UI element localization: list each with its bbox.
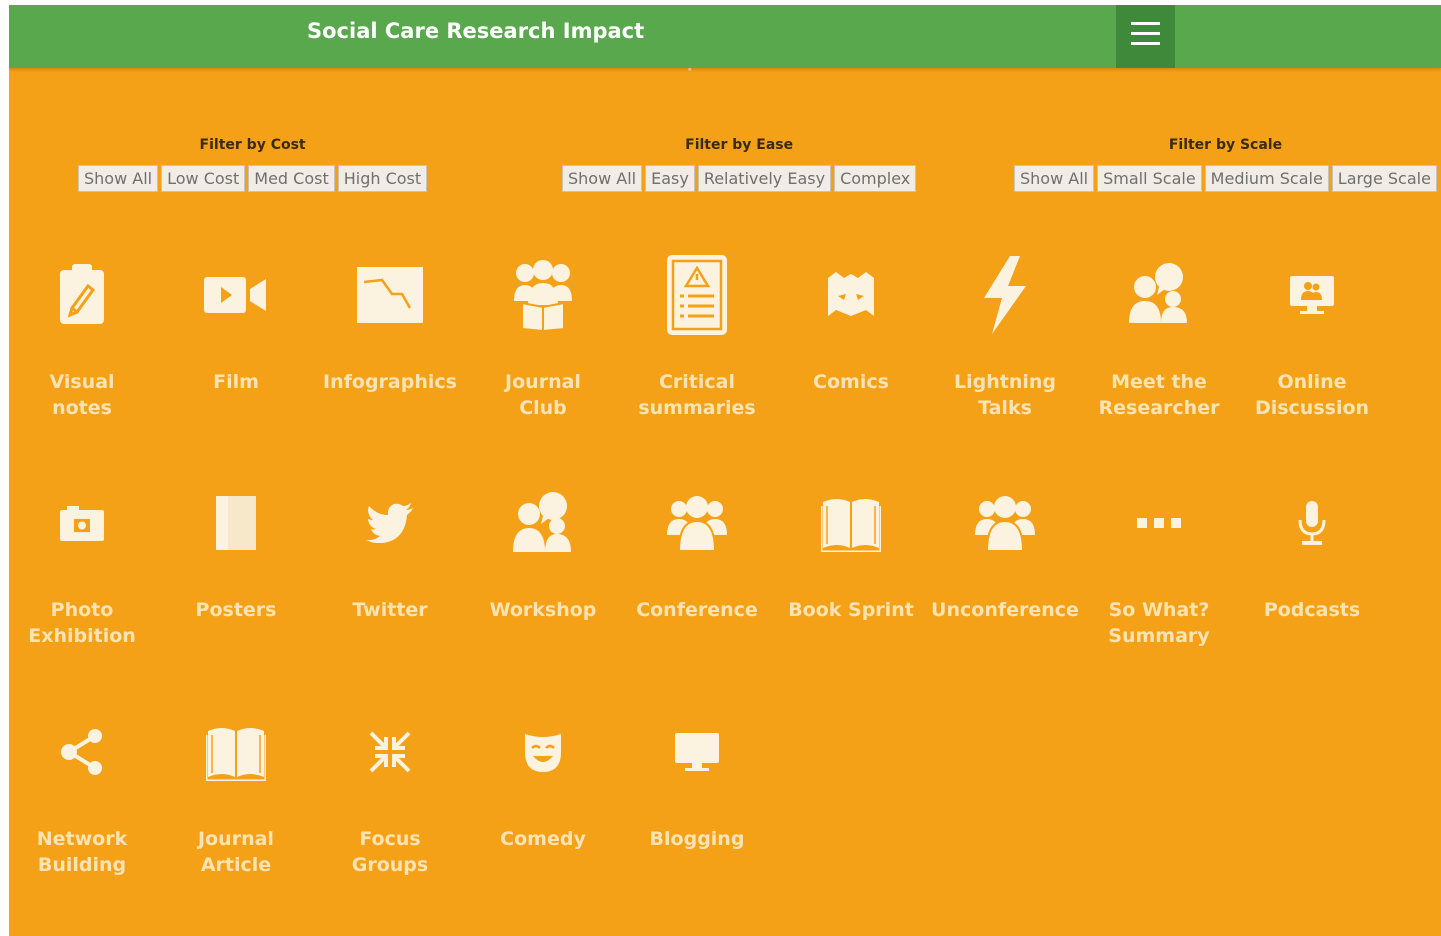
twitter-bird-icon (366, 503, 413, 543)
tool-journal-club[interactable]: Journal Club (466, 245, 620, 421)
filter-scale-title: Filter by Scale (1168, 137, 1283, 153)
tool-label: So What? Summary (1108, 599, 1210, 647)
high-cost-button[interactable]: High Cost (337, 165, 428, 192)
open-book-icon (206, 728, 266, 781)
tool-twitter[interactable]: Twitter (313, 473, 467, 623)
tool-so-what-summary[interactable]: So What? Summary (1082, 473, 1236, 649)
share-icon (61, 729, 102, 775)
tool-lightning-talks[interactable]: Lightning Talks (928, 245, 1082, 421)
tool-unconference[interactable]: Unconference (928, 473, 1082, 623)
filter-scale-group: Filter by Scale Show All Small Scale Med… (1014, 137, 1437, 192)
tool-meet-the-researcher[interactable]: Meet the Researcher (1082, 245, 1236, 421)
mask-icon (828, 272, 874, 316)
tool-label: Critical summaries (638, 371, 756, 419)
tool-label: Book Sprint (788, 599, 914, 621)
tool-online-discussion[interactable]: Online Discussion (1235, 245, 1389, 421)
group-icon (975, 496, 1035, 551)
lightning-bolt-icon (984, 256, 1026, 334)
comedy-mask-icon (525, 734, 561, 772)
med-cost-button[interactable]: Med Cost (248, 165, 335, 192)
tool-label: Unconference (931, 599, 1079, 621)
monitor-icon (675, 733, 719, 771)
tool-label: Infographics (323, 371, 457, 393)
tool-posters[interactable]: Posters (159, 473, 313, 623)
large-scale-button[interactable]: Large Scale (1331, 165, 1437, 192)
line-chart-icon (357, 267, 423, 323)
tool-film[interactable]: Film (159, 245, 313, 395)
tool-label: Online Discussion (1254, 371, 1370, 419)
cost-show-all-button[interactable]: Show All (78, 165, 159, 192)
open-book-icon (821, 499, 881, 552)
tool-label: Twitter (352, 599, 428, 621)
ease-show-all-button[interactable]: Show All (562, 165, 643, 192)
relatively-easy-button[interactable]: Relatively Easy (697, 165, 832, 192)
filter-cost-title: Filter by Cost (199, 137, 306, 153)
tool-label: Comics (813, 371, 889, 393)
tool-label: Blogging (649, 828, 745, 850)
microphone-icon (1298, 501, 1326, 545)
easy-button[interactable]: Easy (645, 165, 695, 192)
tool-label: Journal Article (198, 828, 274, 876)
tool-journal-article[interactable]: Journal Article (159, 702, 313, 878)
tool-podcasts[interactable]: Podcasts (1235, 473, 1389, 623)
tool-comics[interactable]: Comics (774, 245, 928, 395)
tool-critical-summaries[interactable]: Critical summaries (620, 245, 774, 421)
monitor-people-icon (1290, 276, 1334, 314)
tool-label: Podcasts (1263, 599, 1361, 621)
people-chat-icon (1129, 263, 1187, 323)
tool-infographics[interactable]: Infographics (313, 245, 467, 395)
tool-comedy[interactable]: Comedy (466, 702, 620, 852)
compress-arrows-icon (369, 731, 411, 773)
warning-document-icon (667, 255, 727, 335)
clipboard-pencil-icon (60, 264, 104, 324)
group-icon (667, 496, 727, 551)
poster-icon (216, 496, 256, 550)
tool-focus-groups[interactable]: Focus Groups (313, 702, 467, 878)
filter-ease-title: Filter by Ease (685, 137, 794, 153)
complex-button[interactable]: Complex (834, 165, 917, 192)
tool-label: Film (213, 371, 259, 393)
app-frame: Social Care Research Impact Impact Tools… (9, 5, 1441, 936)
tool-label: Meet the Researcher (1098, 371, 1220, 419)
tool-label: Conference (636, 599, 758, 621)
scale-show-all-button[interactable]: Show All (1014, 165, 1095, 192)
medium-scale-button[interactable]: Medium Scale (1204, 165, 1329, 192)
hamburger-menu-button[interactable] (1116, 5, 1175, 68)
tool-book-sprint[interactable]: Book Sprint (774, 473, 928, 623)
tool-photo-exhibition[interactable]: Photo Exhibition (9, 473, 159, 649)
tool-label: Posters (195, 599, 277, 621)
tool-label: Journal Club (505, 371, 581, 419)
tool-network-building[interactable]: Network Building (9, 702, 159, 878)
filter-ease-group: Filter by Ease Show All Easy Relatively … (562, 137, 917, 192)
top-navigation-bar: Social Care Research Impact (9, 5, 1441, 68)
tool-workshop[interactable]: Workshop (466, 473, 620, 623)
ellipsis-icon (1137, 518, 1181, 528)
tool-label: Comedy (500, 828, 586, 850)
tool-label: Network Building (36, 828, 128, 876)
video-camera-icon (204, 277, 266, 313)
tool-label: Photo Exhibition (28, 599, 136, 647)
tool-label: Lightning Talks (954, 371, 1056, 419)
app-title: Social Care Research Impact (307, 19, 645, 43)
tool-label: Focus Groups (351, 828, 429, 876)
tool-conference[interactable]: Conference (620, 473, 774, 623)
group-reading-icon (514, 260, 572, 331)
low-cost-button[interactable]: Low Cost (161, 165, 246, 192)
tool-blogging[interactable]: Blogging (620, 702, 774, 852)
tool-label: Workshop (489, 599, 597, 621)
tool-visual-notes[interactable]: Visual notes (9, 245, 159, 421)
tool-label: Visual notes (49, 371, 115, 419)
small-scale-button[interactable]: Small Scale (1097, 165, 1202, 192)
camera-icon (60, 506, 104, 541)
people-chat-icon (513, 492, 571, 552)
filter-cost-group: Filter by Cost Show All Low Cost Med Cos… (78, 137, 428, 192)
